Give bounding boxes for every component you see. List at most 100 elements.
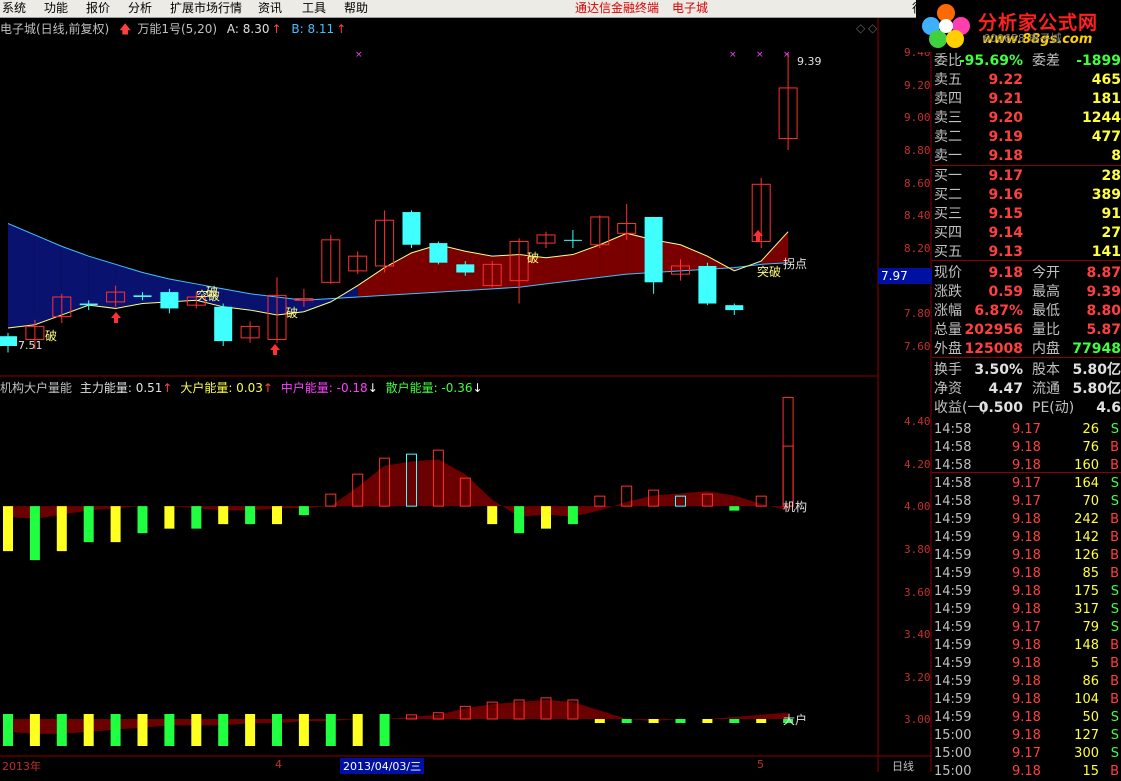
tick-time: 14:58 (934, 422, 972, 437)
jigou-band-segment (277, 506, 304, 509)
tick-side: B (1110, 674, 1119, 689)
tick-time: 14:58 (934, 494, 972, 509)
buy-arrow-icon (270, 344, 280, 355)
tick-time: 14:59 (934, 656, 972, 671)
candle-body-down (160, 292, 179, 309)
jigou-band-segment (680, 491, 708, 507)
menu-help[interactable]: 帮助 (344, 0, 368, 17)
menu-quote[interactable]: 报价 (86, 0, 110, 17)
tick-time: 14:59 (934, 674, 972, 689)
buy-arrow-icon (753, 230, 763, 241)
ma-band-segment (330, 285, 358, 302)
indicator-tick: 4.20 (904, 458, 931, 471)
up-arrow-icon: 🡅 (119, 22, 132, 36)
tick-side: B (1110, 656, 1119, 671)
dahu-band-segment (572, 701, 600, 719)
tick-time: 15:00 (934, 728, 972, 743)
tick-price: 9.17 (1012, 476, 1041, 491)
dahu-band-segment (465, 704, 493, 719)
quote-label: 买二 (934, 187, 962, 203)
quote-row: 委比 -95.69% 委差 -1899 (932, 52, 1121, 71)
tick-side: B (1110, 548, 1119, 563)
mid-energy: 中户能量: -0.18 (280, 381, 368, 395)
dahu-band-segment (303, 719, 331, 722)
jigou-bar-neg (110, 506, 121, 543)
up-arrow-icon: ↑ (262, 381, 273, 395)
dahu-band-segment (519, 699, 546, 719)
quote-label-2: 量比 (1032, 322, 1060, 338)
tick-volume: 242 (1074, 512, 1099, 527)
down-arrow-icon: ↓ (472, 381, 483, 395)
guaidian-label: 拐点 (783, 257, 808, 271)
menu-tools[interactable]: 工具 (302, 0, 326, 17)
menu-function[interactable]: 功能 (44, 0, 68, 17)
quote-row: 卖二 9.19 477 (932, 128, 1121, 147)
tick-time: 14:59 (934, 566, 972, 581)
tick-price: 9.18 (1012, 710, 1041, 725)
menu-analysis[interactable]: 分析 (128, 0, 152, 17)
jigou-bar-neg (56, 506, 67, 552)
tick-price: 9.18 (1012, 512, 1041, 527)
price-tick: 7.60 (904, 340, 931, 353)
tick-price: 9.18 (1012, 530, 1041, 545)
jigou-band-segment (223, 506, 251, 511)
up-arrow-icon: ↑ (162, 381, 173, 395)
jigou-bar-pos (432, 449, 444, 507)
tick-price: 9.18 (1012, 764, 1041, 779)
tick-side: S (1110, 584, 1119, 599)
quote-row: 涨跌 0.59 最高 9.39 (932, 283, 1121, 302)
quote-label: 换手 (934, 362, 962, 378)
dahu-bar (567, 699, 579, 720)
tick-row: 15:00 9.18 127 S (932, 727, 1121, 745)
dahu-bar (325, 714, 336, 746)
jigou-bar-neg (245, 506, 256, 525)
jigou-bar-neg (164, 506, 175, 529)
line-b-value: B: 8.11 (291, 22, 335, 36)
tick-row: 14:58 9.17 26 S (932, 421, 1121, 439)
indicator-title[interactable]: 机构大户量能 (0, 381, 72, 395)
tick-volume: 148 (1074, 638, 1099, 653)
dahu-bar (621, 719, 632, 723)
jigou-bar-neg (191, 506, 202, 529)
quote-header: 600658 电子城 (983, 32, 1062, 45)
tick-time: 14:59 (934, 512, 972, 527)
po-label: 破 (206, 285, 219, 299)
tick-price: 9.18 (1012, 548, 1041, 563)
menu-news[interactable]: 资讯 (258, 0, 282, 17)
dahu-band-segment (734, 714, 762, 719)
jigou-bar-neg (729, 506, 740, 511)
tupo-label: 突破 (757, 265, 782, 279)
menu-extended-market[interactable]: 扩展市场行情 (170, 0, 242, 17)
candle-body-up (294, 298, 314, 301)
jigou-bar-pos (594, 495, 606, 507)
menu-system[interactable]: 系统 (2, 0, 26, 17)
quote-value-2: 8.87 (1086, 265, 1121, 281)
jigou-band-segment (546, 506, 573, 517)
jigou-band-segment (61, 506, 89, 515)
tick-time: 14:59 (934, 602, 972, 617)
jigou-band-segment (115, 506, 143, 509)
quote-row: 涨幅 6.87% 最低 8.80 (932, 302, 1121, 321)
ma-band-segment (384, 252, 412, 296)
tick-volume: 70 (1082, 494, 1099, 509)
dahu-bar (379, 714, 390, 746)
quote-label-2: 今开 (1032, 265, 1060, 281)
quote-label: 买三 (934, 206, 962, 222)
jigou-band-segment (8, 506, 35, 519)
ma-band-segment (599, 233, 627, 278)
tick-time: 15:00 (934, 764, 972, 779)
signal-marker: × (756, 50, 764, 60)
jigou-bar-pos (755, 495, 767, 507)
ma-band-segment (303, 298, 331, 312)
tick-side: S (1110, 710, 1119, 725)
dahu-band-segment (626, 719, 654, 722)
tick-volume: 126 (1074, 548, 1099, 563)
quote-value: 9.17 (988, 168, 1023, 184)
price-tick: 8.40 (904, 209, 931, 222)
indicator-name[interactable]: 万能1号(5,20) (137, 22, 217, 36)
down-arrow-icon: ↓ (367, 381, 378, 395)
dahu-bar (298, 714, 309, 746)
tick-price: 9.18 (1012, 656, 1041, 671)
tick-price: 9.17 (1012, 746, 1041, 761)
low-price-label: 7.51 (18, 339, 43, 352)
